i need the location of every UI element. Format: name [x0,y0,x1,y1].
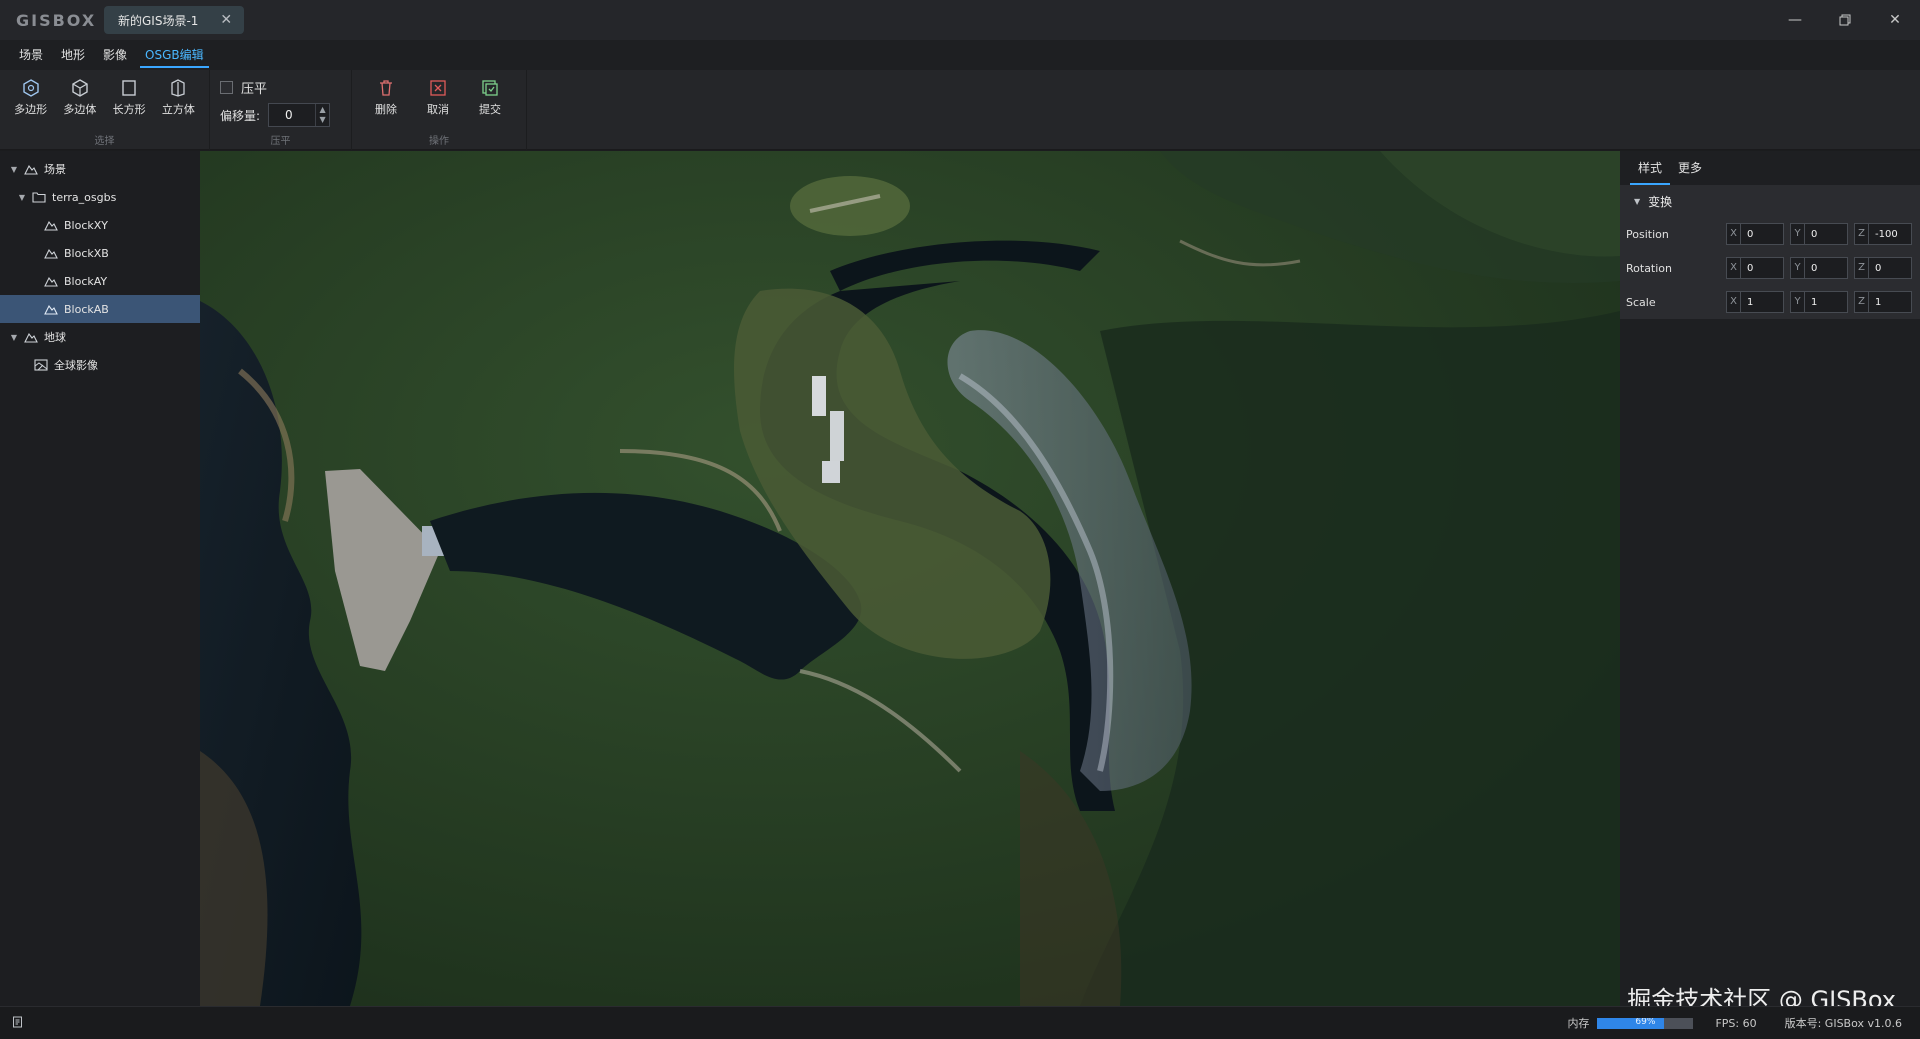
title-bar: GISBOX 新的GIS场景-1 ✕ — ✕ [0,0,1920,40]
tree-item-earth[interactable]: ▼ 地球 [0,323,200,351]
polygon-icon [22,79,39,97]
app-logo: GISBOX [16,10,97,30]
tree-item-scene[interactable]: ▼ 场景 [0,155,200,183]
model-icon [44,220,58,231]
ribbon-toolbar: 多边形 多边体 长方形 立方体 选择 压平 偏移量: 0 ▲ ▼ 压平 删除 取… [0,70,1920,150]
folder-icon [32,192,46,203]
caret-down-icon[interactable]: ▼ [8,165,20,174]
tree-item-blockay[interactable]: BlockAY [0,267,200,295]
status-bar: 内存 69% FPS: 60 版本号: GISBox v1.0.6 [0,1006,1920,1039]
scale-x-field[interactable]: X1 [1726,291,1784,313]
memory-label: 内存 [1567,1017,1590,1030]
rotation-z-field[interactable]: Z0 [1854,257,1912,279]
document-tab-title: 新的GIS场景-1 [118,13,199,28]
trash-icon [380,80,392,96]
rotation-row: Rotation X0 Y0 Z0 [1620,251,1920,285]
model-icon [44,304,58,315]
menu-terrain[interactable]: 地形 [52,40,94,70]
flatten-checkbox-label: 压平 [241,82,268,97]
restore-icon[interactable] [1820,0,1870,40]
close-icon[interactable]: ✕ [1870,0,1920,40]
document-tab[interactable]: 新的GIS场景-1 ✕ [104,6,245,34]
scale-z-field[interactable]: Z1 [1854,291,1912,313]
menu-imagery[interactable]: 影像 [94,40,136,70]
log-icon[interactable] [12,1016,24,1028]
chevron-down-icon[interactable]: ▼ [319,115,325,125]
position-x-field[interactable]: X0 [1726,223,1784,245]
position-z-field[interactable]: Z -100 [1854,223,1912,245]
scene-icon [24,164,38,175]
panel-tabs: 样式 更多 [1620,151,1920,185]
offset-row: 偏移量: 0 ▲ ▼ [220,103,342,127]
submit-icon [482,80,498,96]
flatten-checkbox-row[interactable]: 压平 [220,78,342,97]
offset-value[interactable]: 0 [285,108,293,122]
transform-section-header[interactable]: ▼ 变换 [1620,185,1920,217]
tree-item-terra-osgbs[interactable]: ▼ terra_osgbs [0,183,200,211]
memory-percent: 69% [1635,1017,1656,1027]
position-label: Position [1626,227,1669,241]
transform-section-title: 变换 [1648,194,1673,209]
properties-panel: 样式 更多 ▼ 变换 Position X0 Y0 Z -100 Rotation… [1620,151,1920,1006]
window-controls: — ✕ [1770,0,1920,40]
menu-osgb-edit[interactable]: OSGB编辑 [136,40,213,70]
flatten-checkbox[interactable] [220,81,233,94]
stepper-arrows[interactable]: ▲ ▼ [315,104,329,126]
imagery-icon [34,359,48,371]
rotation-y-field[interactable]: Y0 [1790,257,1848,279]
offset-label: 偏移量: [220,108,261,123]
version-label: 版本号: GISBox v1.0.6 [1784,1017,1902,1030]
map-viewport[interactable] [200,151,1620,1006]
operation-group: 删除 取消 提交 操作 [352,70,527,150]
tree-item-global-imagery[interactable]: 全球影像 [0,351,200,379]
rectangle-icon [122,80,136,96]
scale-row: Scale X1 Y1 Z1 [1620,285,1920,319]
flatten-group: 压平 偏移量: 0 ▲ ▼ 压平 [210,70,352,150]
operation-group-label: 操作 [429,136,449,147]
model-icon [44,248,58,259]
memory-bar: 69% [1597,1017,1694,1029]
menu-scene[interactable]: 场景 [10,40,52,70]
scene-tree: ▼ 场景 ▼ terra_osgbs BlockXY BlockXB Block… [0,151,200,1006]
scale-label: Scale [1626,295,1656,309]
tree-item-blockxb[interactable]: BlockXB [0,239,200,267]
rotation-x-field[interactable]: X0 [1726,257,1784,279]
fps-readout: FPS: 60 [1715,1016,1757,1030]
select-group-label: 选择 [94,136,115,147]
polyhedron-icon [72,79,88,97]
scene-icon [24,332,38,343]
tab-more[interactable]: 更多 [1670,151,1710,185]
cube-icon [171,79,186,97]
tree-item-blockab[interactable]: BlockAB [0,295,200,323]
app-window: GISBOX 新的GIS场景-1 ✕ — ✕ 场景 地形 影像 OSGB编辑 多… [0,0,1920,1039]
position-y-field[interactable]: Y0 [1790,223,1848,245]
tab-style[interactable]: 样式 [1630,151,1671,185]
aerial-scene [200,151,1620,1006]
minimize-icon[interactable]: — [1770,0,1820,40]
caret-down-icon[interactable]: ▼ [16,193,28,202]
caret-down-icon[interactable]: ▼ [8,333,20,342]
scale-y-field[interactable]: Y1 [1790,291,1848,313]
select-group: 多边形 多边体 长方形 立方体 选择 [0,70,210,150]
caret-down-icon[interactable]: ▼ [1634,197,1640,206]
cancel-icon [430,80,446,96]
close-tab-icon[interactable]: ✕ [220,12,232,28]
model-icon [44,276,58,287]
offset-stepper[interactable]: 0 ▲ ▼ [268,103,331,127]
flatten-group-label: 压平 [270,136,291,147]
tree-item-blockxy[interactable]: BlockXY [0,211,200,239]
position-row: Position X0 Y0 Z -100 [1620,217,1920,251]
menu-bar: 场景 地形 影像 OSGB编辑 [0,40,1920,70]
chevron-up-icon[interactable]: ▲ [319,105,325,115]
rotation-label: Rotation [1626,261,1673,275]
